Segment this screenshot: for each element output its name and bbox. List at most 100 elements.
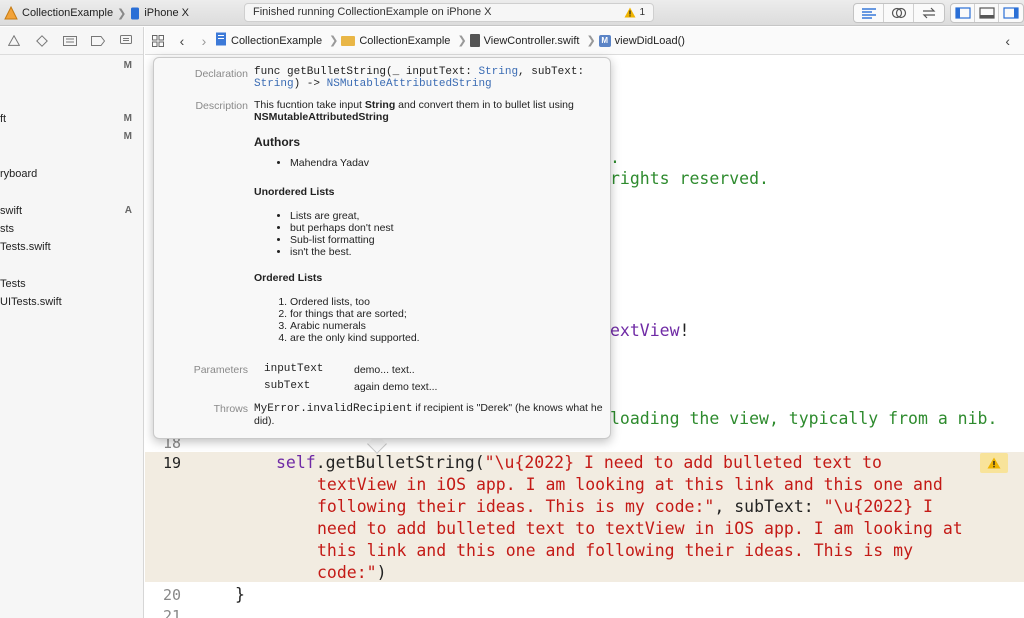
param-desc: again demo text...: [354, 381, 438, 393]
test-navigator-tab[interactable]: [28, 31, 56, 51]
back-button[interactable]: ‹: [171, 33, 193, 49]
breakpoint-tag-icon: [91, 35, 105, 46]
unordered-section: Unordered Lists Lists are great, but per…: [254, 186, 604, 258]
breadcrumb-file[interactable]: ViewController.swift: [469, 34, 579, 47]
declaration-label: Declaration: [194, 68, 248, 80]
nav-item[interactable]: ft M: [0, 110, 144, 128]
nav-item[interactable]: UITests.swift: [0, 293, 144, 311]
swap-arrows-icon: [922, 7, 936, 19]
warning-icon: [987, 457, 1001, 469]
warning-count: 1: [639, 7, 645, 18]
standard-editor-button[interactable]: [854, 4, 884, 22]
param-desc: demo... text..: [354, 364, 415, 376]
right-panel-icon: [1003, 7, 1019, 19]
assistant-editor-button[interactable]: [884, 4, 914, 22]
window-toolbar: CollectionExample ❯ iPhone X Finished ru…: [0, 0, 1024, 26]
list-item: isn't the best.: [290, 246, 604, 258]
device-name: iPhone X: [144, 7, 189, 19]
interlocking-rings-icon: [891, 7, 906, 19]
list-item: Mahendra Yadav: [290, 157, 604, 169]
editor-mode-group: [853, 3, 945, 23]
speech-bubble-icon: [120, 34, 132, 44]
swift-file-icon: [469, 34, 480, 47]
chevron-right-icon: ❯: [586, 35, 596, 47]
unordered-heading: Unordered Lists: [254, 186, 335, 198]
ordered-section: Ordered Lists Ordered lists, too for thi…: [254, 272, 604, 344]
bottom-panel-icon: [978, 7, 995, 19]
nav-item[interactable]: M: [0, 128, 144, 146]
activity-status-bar: Finished running CollectionExample on iP…: [244, 3, 654, 22]
list-item: for things that are sorted;: [290, 308, 604, 320]
navigator-tabs: [0, 27, 143, 55]
line-number: 21: [162, 607, 181, 618]
list-item: Ordered lists, too: [290, 296, 604, 308]
code-line-19-wrap: textView in iOS app. I am looking at thi…: [317, 475, 943, 494]
nav-item[interactable]: M: [0, 57, 144, 75]
version-editor-button[interactable]: [914, 4, 944, 22]
gauge-bars-icon: [63, 35, 77, 46]
code-fragment: rights reserved.: [610, 169, 769, 188]
breakpoint-navigator-tab[interactable]: [84, 31, 112, 51]
line-number: 19: [162, 454, 181, 472]
line-number: 20: [162, 586, 181, 604]
nav-item[interactable]: sts: [0, 220, 144, 238]
code-line-19-wrap: code:"): [317, 563, 387, 582]
list-item: Lists are great,: [290, 210, 604, 222]
breadcrumb-method[interactable]: M viewDidLoad(): [598, 34, 685, 47]
code-fragment: loading the view, typically from a nib.: [610, 409, 998, 428]
folder-icon: [341, 35, 356, 46]
declaration-value: func getBulletString(_ inputText: String…: [254, 66, 585, 90]
report-navigator-tab[interactable]: [112, 31, 140, 51]
iphone-device-icon: [130, 7, 140, 20]
jump-bar: ‹ › CollectionExample ❯ CollectionExampl…: [145, 27, 1024, 55]
panel-toggle-group: [950, 3, 1024, 23]
chevron-right-icon: ❯: [329, 35, 339, 47]
code-line-19: self.getBulletString("\u{2022} I need to…: [276, 453, 882, 472]
nav-item[interactable]: Tests.swift: [0, 238, 144, 256]
parameters-label: Parameters: [193, 364, 248, 376]
project-navigator: M ft M M ryboard swift A sts Tests.swift…: [0, 27, 144, 618]
scheme-selector[interactable]: CollectionExample ❯ iPhone X: [4, 4, 189, 22]
code-line-19-wrap: following their ideas. This is my code:"…: [317, 497, 933, 516]
chevron-right-icon: ❯: [117, 7, 127, 20]
authors-list: Mahendra Yadav: [254, 157, 604, 169]
nav-item[interactable]: Tests: [0, 275, 144, 293]
debug-navigator-tab[interactable]: [56, 31, 84, 51]
list-item: Arabic numerals: [290, 320, 604, 332]
list-item: Sub-list formatting: [290, 234, 604, 246]
left-panel-icon: [954, 7, 971, 19]
breadcrumb-group[interactable]: CollectionExample: [341, 35, 450, 47]
unordered-list: Lists are great, but perhaps don't nest …: [254, 210, 604, 258]
scm-status-badge: A: [124, 205, 132, 216]
toggle-utilities-button[interactable]: [999, 4, 1023, 22]
project-file-icon: [215, 32, 227, 49]
param-name: inputText: [264, 363, 324, 375]
inline-warning-badge[interactable]: [980, 453, 1008, 473]
param-name: subText: [264, 380, 311, 392]
method-icon: M: [598, 34, 611, 47]
nav-item[interactable]: swift A: [0, 202, 144, 220]
description-value: This fucntion take input String and conv…: [254, 99, 574, 123]
toggle-debug-area-button[interactable]: [975, 4, 999, 22]
diamond-icon: [36, 34, 48, 47]
toggle-navigator-button[interactable]: [951, 4, 975, 22]
authors-section: Authors Mahendra Yadav: [254, 135, 604, 169]
issue-navigator-tab[interactable]: [0, 31, 28, 51]
xcode-app-icon: [4, 5, 18, 20]
authors-heading: Authors: [254, 135, 300, 149]
breadcrumb-project[interactable]: CollectionExample: [215, 32, 322, 49]
previous-issue-button[interactable]: ‹: [1005, 33, 1010, 49]
forward-button[interactable]: ›: [193, 33, 215, 49]
ordered-list: Ordered lists, too for things that are s…: [254, 296, 604, 344]
status-text: Finished running CollectionExample on iP…: [253, 6, 492, 18]
nav-item[interactable]: ryboard: [0, 165, 144, 183]
code-line-19-wrap: this link and this one and following the…: [317, 541, 914, 560]
throws-label: Throws: [213, 403, 248, 415]
grid-icon: [152, 34, 164, 47]
warning-icon: [624, 7, 636, 18]
warning-indicator[interactable]: 1: [624, 4, 645, 21]
related-items-button[interactable]: [145, 34, 171, 47]
code-fragment: extView!: [610, 321, 690, 340]
description-label: Description: [195, 100, 248, 112]
code-fragment: .: [610, 148, 620, 167]
